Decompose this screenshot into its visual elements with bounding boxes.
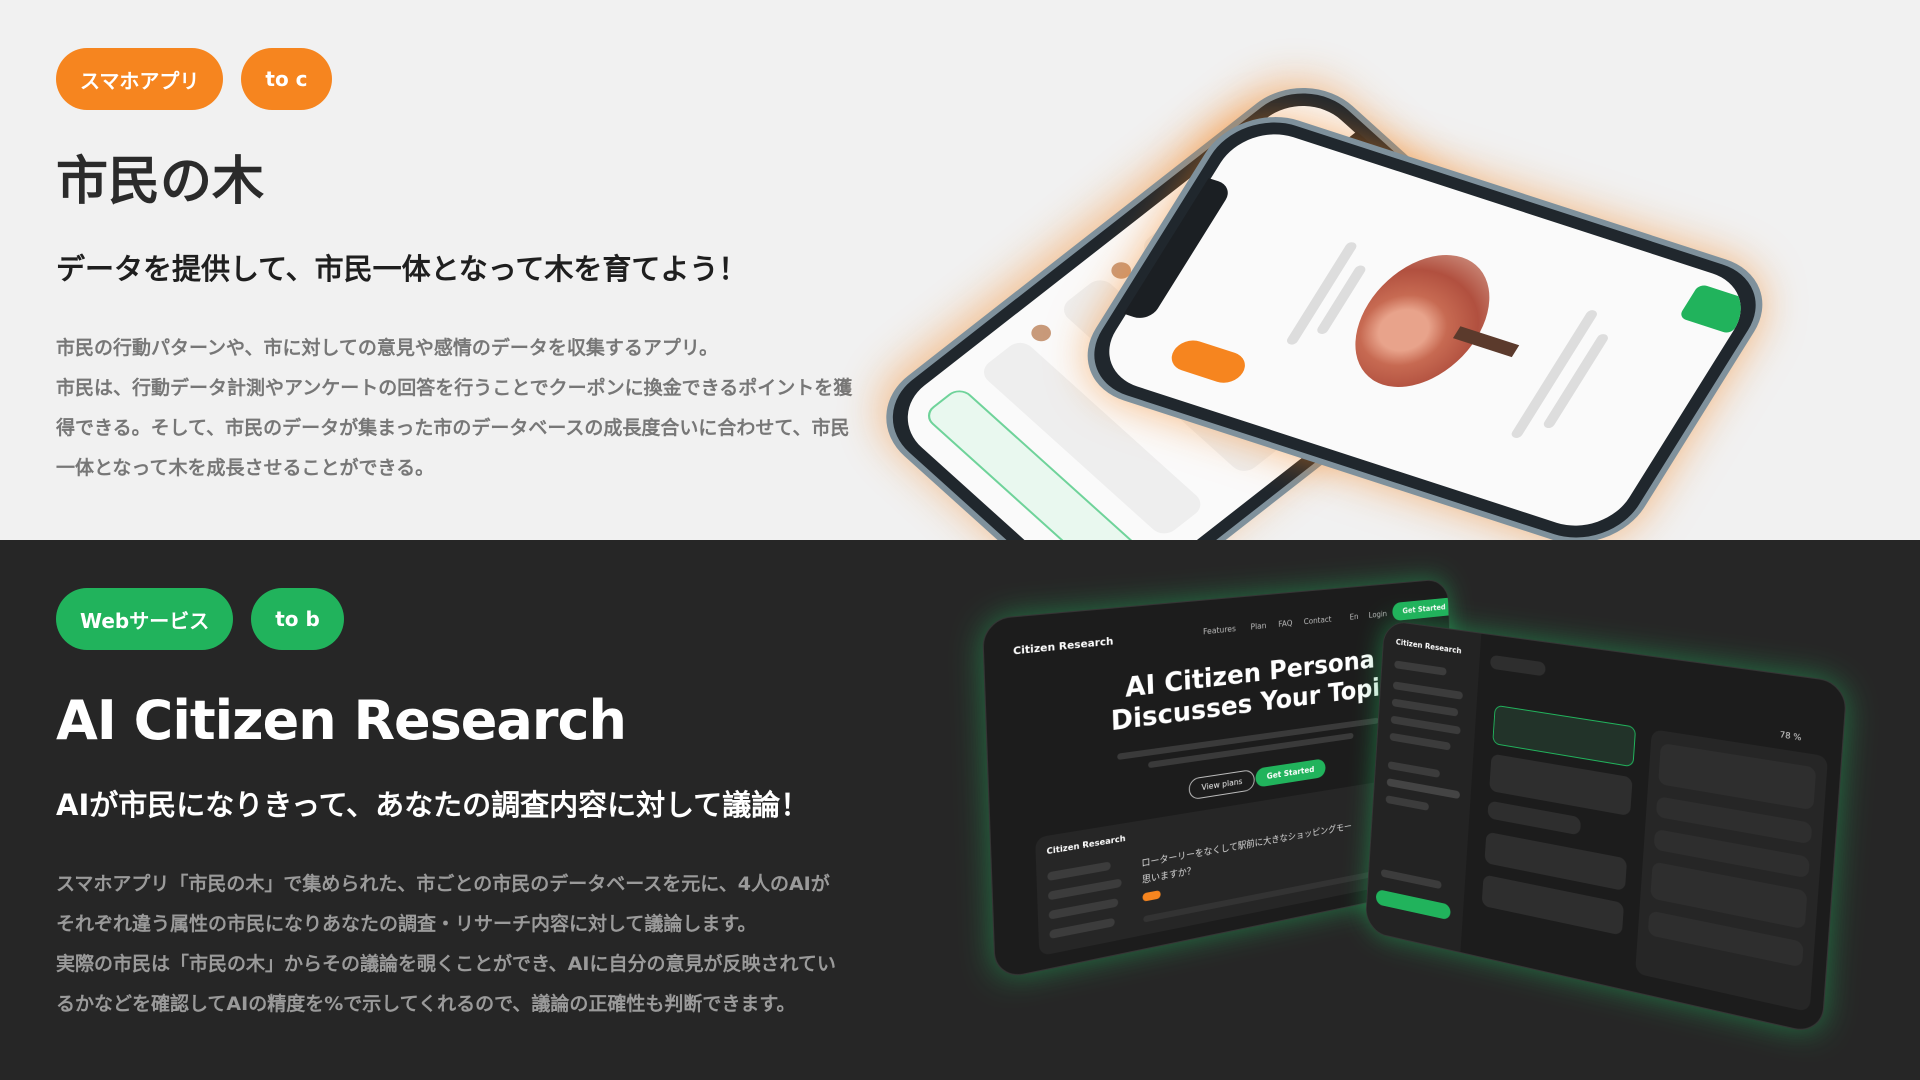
tag-to-b: to b — [251, 588, 344, 650]
mockup-sidebar: Citizen Research — [1365, 620, 1482, 954]
mockup-side-item — [1049, 917, 1115, 939]
mockup-percent: 78 % — [1779, 729, 1802, 743]
mockup-side-item — [1387, 761, 1441, 778]
mockup-nav-features: Features — [1202, 624, 1237, 637]
tag-to-c: to c — [241, 48, 332, 110]
mockup-preview-logo: Citizen Research — [1046, 833, 1126, 857]
project-description: 市民の行動パターンや、市に対しての意見や感情のデータを収集するアプリ。 市民は、… — [56, 328, 906, 488]
tablet-mockup-discussion: Citizen Research 78 % — [1364, 619, 1848, 1036]
mockup-side-item — [1390, 715, 1461, 735]
mockup-side-item-active — [1386, 778, 1461, 800]
mockup-side-item — [1380, 868, 1442, 890]
phone-mockups — [858, 0, 1920, 540]
description-line: 実際の市民は「市民の木」からその議論を覗くことができ、AIに自分の意見が反映され… — [56, 953, 836, 975]
description-line: 一体となって木を成長させることができる。 — [56, 457, 435, 479]
avatar — [1027, 321, 1056, 345]
mockup-side-item — [1389, 732, 1451, 751]
project-subtitle: データを提供して、市民一体となって木を育てよう！ — [56, 252, 748, 286]
mockup-side-item — [1047, 861, 1111, 882]
description-line: スマホアプリ「市民の木」で集められた、市ごとの市民のデータベースを元に、4人のA… — [56, 873, 830, 895]
mockup-side-item — [1392, 681, 1464, 700]
mockup-badge — [1142, 890, 1161, 902]
mockup-login: Login — [1368, 609, 1388, 620]
mockup-nav-contact: Contact — [1303, 614, 1332, 627]
mockup-tab — [1489, 654, 1546, 677]
ai-citizen-research-text: Webサービス to b AI Citizen Research AIが市民にな… — [56, 588, 906, 1024]
mockup-chat-card — [1487, 800, 1582, 836]
shimin-no-ki-text: スマホアプリ to c 市民の木 データを提供して、市民一体となって木を育てよう… — [56, 48, 906, 488]
mockup-nav-plan: Plan — [1250, 621, 1267, 632]
tree-crown — [1328, 239, 1517, 403]
project-description: スマホアプリ「市民の木」で集められた、市ごとの市民のデータベースを元に、4人のA… — [56, 864, 906, 1024]
status-pill — [1165, 336, 1252, 388]
tag-web-service: Webサービス — [56, 588, 234, 650]
ai-citizen-research-section: Webサービス to b AI Citizen Research AIが市民にな… — [0, 540, 1920, 1080]
mockup-view-plans: View plans — [1188, 768, 1255, 801]
description-line: るかなどを確認してAIの精度を%で示してくれるので、議論の正確性も判断できます。 — [56, 993, 796, 1015]
project-subtitle: AIが市民になりきって、あなたの調査内容に対して議論！ — [56, 788, 810, 822]
description-line: 得できる。そして、市民のデータが集まった市のデータベースの成長度合いに合わせて、… — [56, 417, 850, 439]
description-line: 市民は、行動データ計測やアンケートの回答を行うことでクーポンに換金できるポイント… — [56, 377, 853, 399]
mockup-get-started-top: Get Started — [1392, 597, 1456, 622]
mockup-lang: En — [1349, 612, 1359, 622]
project-title: AI Citizen Research — [56, 689, 627, 752]
mockup-right-panel — [1635, 729, 1829, 1013]
project-title: 市民の木 — [56, 152, 265, 212]
mockup-get-started-hero: Get Started — [1255, 758, 1326, 788]
description-line: 市民の行動パターンや、市に対しての意見や感情のデータを収集するアプリ。 — [56, 337, 719, 359]
mockup-question: ローターリーをなくして駅前に大きなショッピングモー — [1141, 822, 1352, 870]
tablet-mockups: Citizen Research Features Plan FAQ Conta… — [960, 540, 1920, 1080]
tag-smartphone-app: スマホアプリ — [56, 48, 224, 110]
description-line: それぞれ違う属性の市民になりあなたの調査・リサーチ内容に対して議論します。 — [56, 913, 757, 935]
mockup-side-item — [1394, 660, 1447, 676]
mockup-logo: Citizen Research — [1012, 636, 1114, 658]
mockup-side-item — [1048, 898, 1119, 920]
mockup-side-item — [1391, 698, 1459, 717]
shimin-no-ki-section: スマホアプリ to c 市民の木 データを提供して、市民一体となって木を育てよう… — [0, 0, 1920, 540]
tag-list: Webサービス to b — [56, 588, 906, 650]
mockup-sidebar-button — [1375, 888, 1451, 921]
mockup-side-item — [1385, 795, 1430, 811]
action-button — [1678, 283, 1753, 335]
mockup-sidebar-logo: Citizen Research — [1395, 637, 1462, 656]
tag-list: スマホアプリ to c — [56, 48, 906, 110]
mockup-side-item — [1047, 878, 1122, 901]
mockup-nav-faq: FAQ — [1278, 618, 1293, 629]
